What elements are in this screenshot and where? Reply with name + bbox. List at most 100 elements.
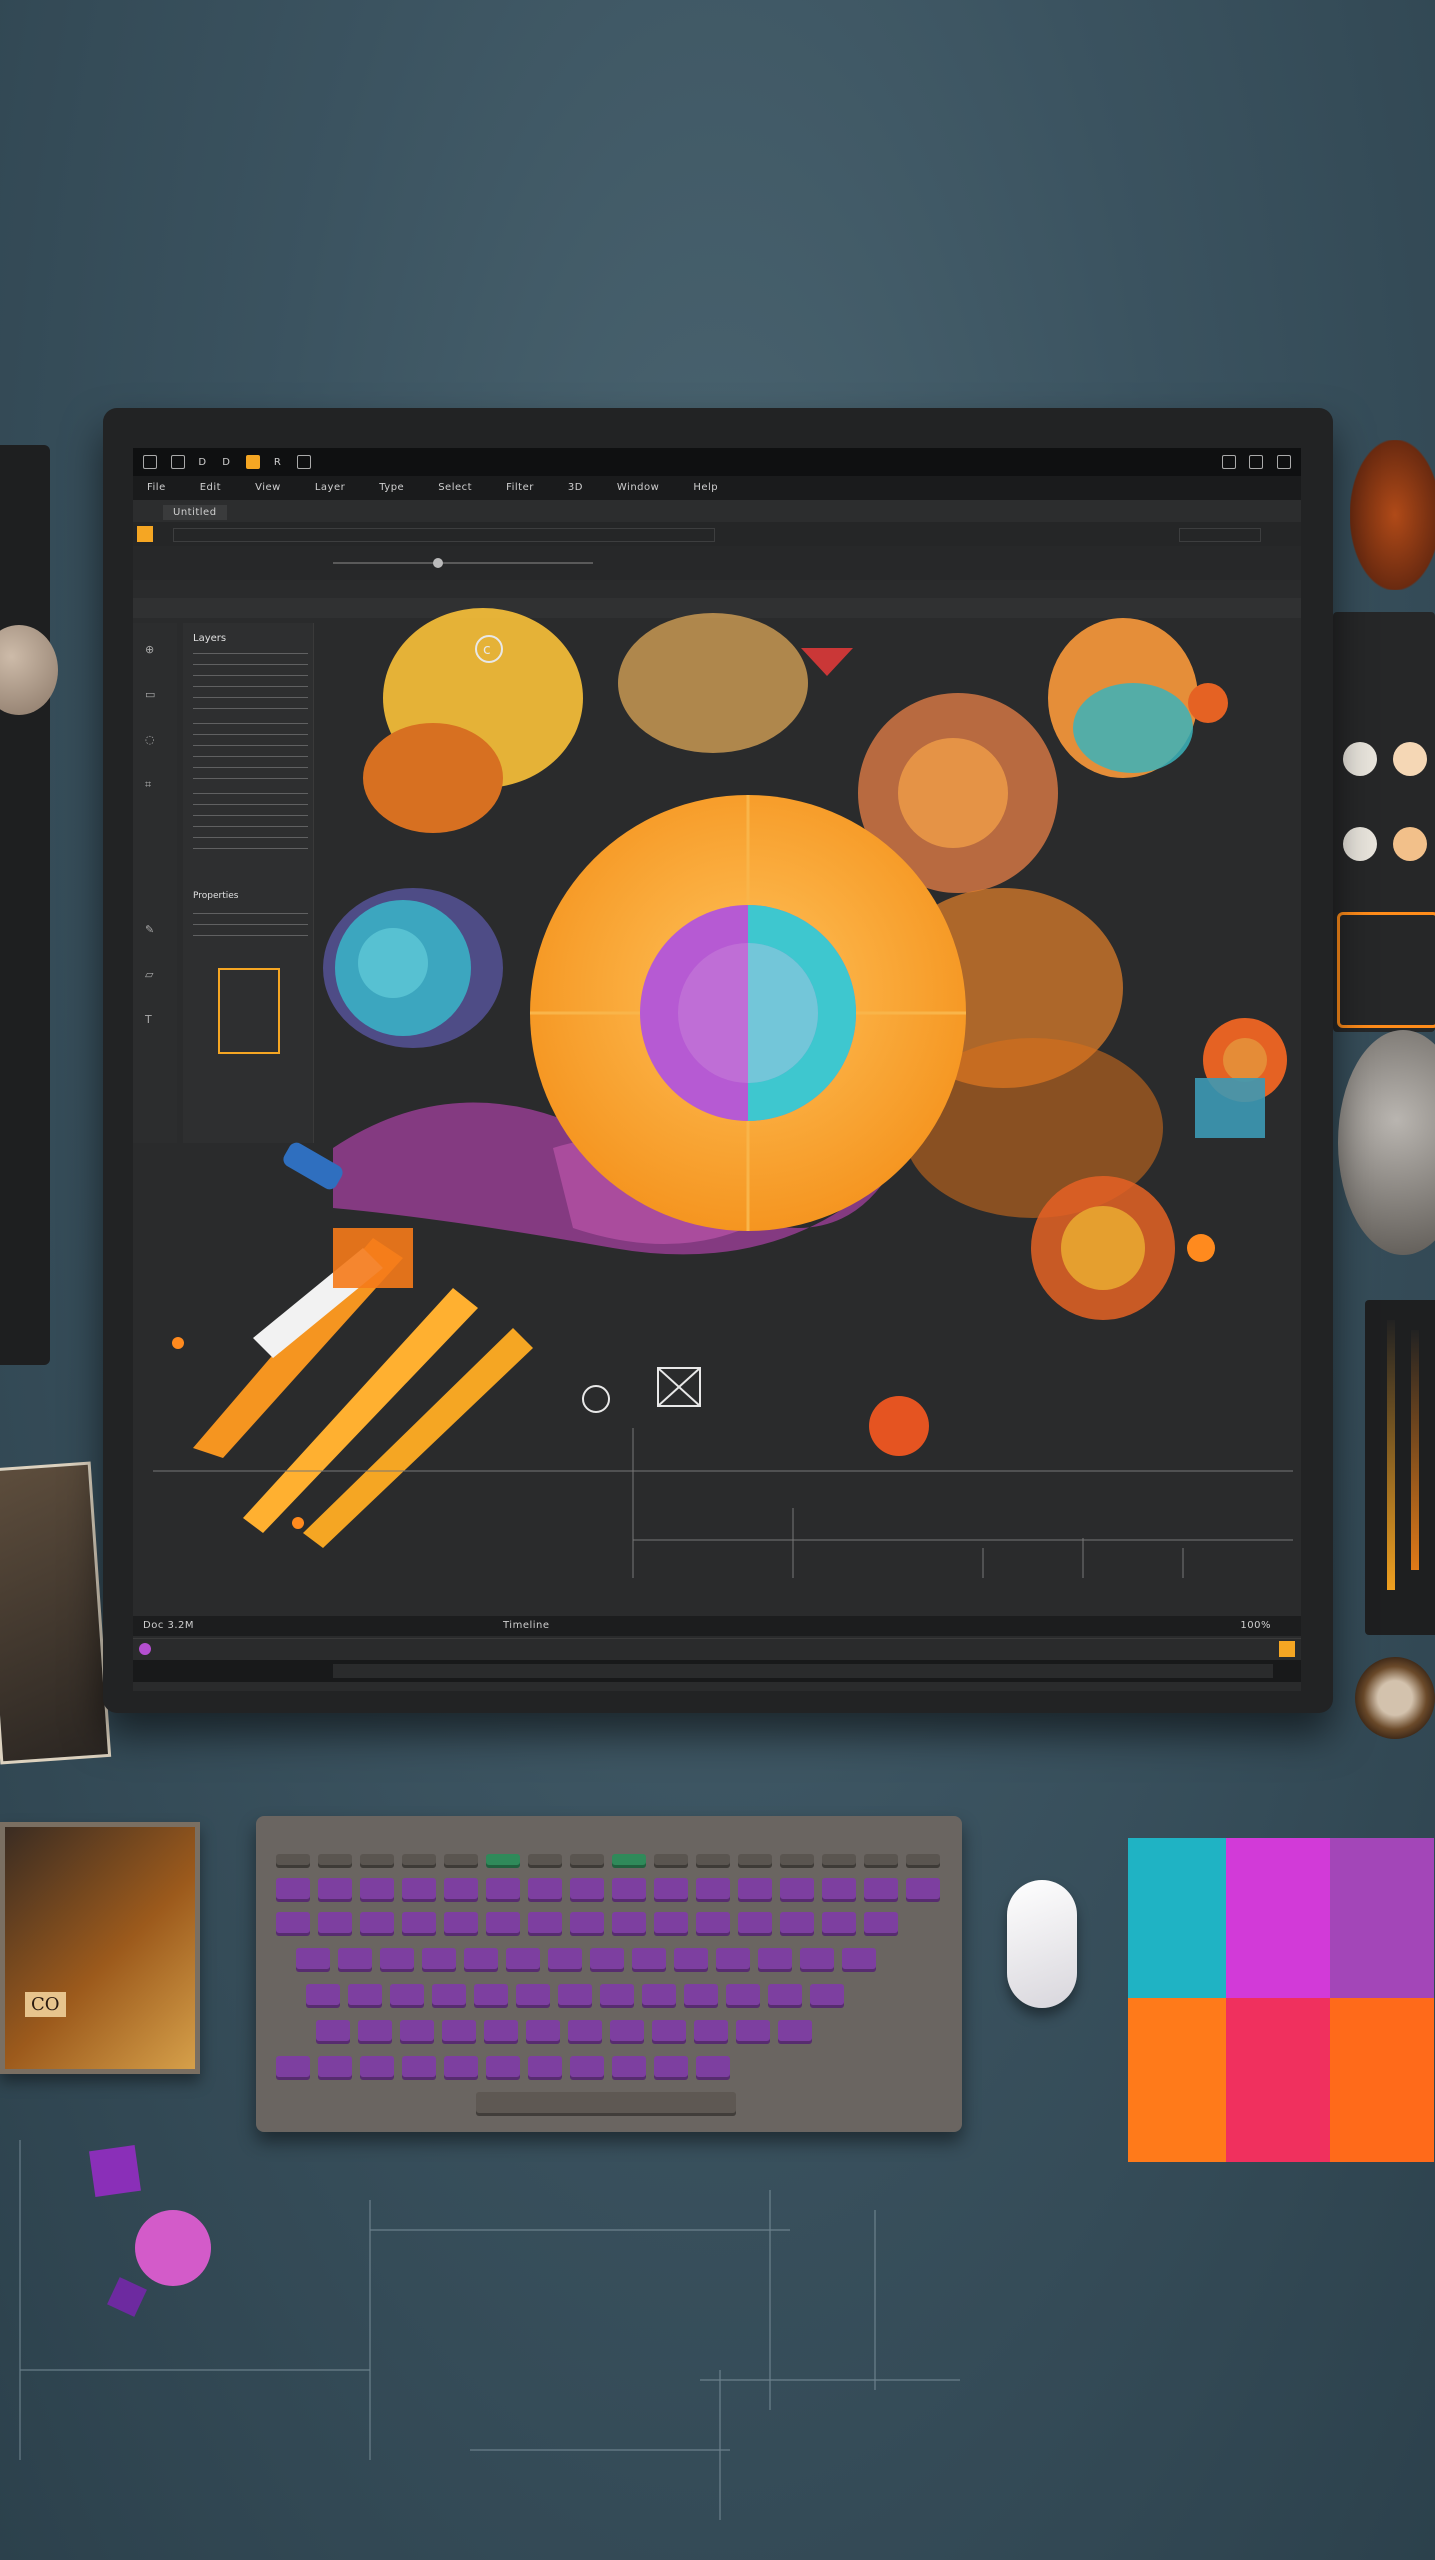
keyboard-key[interactable] (570, 1912, 604, 1936)
timecode-display[interactable] (893, 1664, 1273, 1678)
keyboard-key[interactable] (318, 1854, 352, 1868)
keyboard-key[interactable] (318, 2056, 352, 2080)
keyboard-key[interactable] (610, 2020, 644, 2044)
keyboard-key[interactable] (654, 1912, 688, 1936)
keyboard-key[interactable] (568, 2020, 602, 2044)
keyboard-key[interactable] (360, 1912, 394, 1936)
keyboard-key[interactable] (738, 1854, 772, 1868)
keyboard-key[interactable] (726, 1984, 760, 2008)
transport-controls[interactable] (333, 1664, 893, 1678)
keyboard-key[interactable] (570, 1854, 604, 1868)
keyboard-key[interactable] (780, 1854, 814, 1868)
keyboard-key[interactable] (444, 1854, 478, 1868)
keyboard-key[interactable] (516, 1984, 550, 2008)
keyboard-key[interactable] (738, 1912, 772, 1936)
keyboard-key[interactable] (548, 1948, 582, 1972)
keyboard-key[interactable] (590, 1948, 624, 1972)
keyboard-key[interactable] (318, 1912, 352, 1936)
keyboard-key[interactable] (822, 1854, 856, 1868)
keyboard-key[interactable] (360, 1854, 394, 1868)
keyboard-key[interactable] (612, 1878, 646, 1902)
keyboard-key[interactable] (736, 2020, 770, 2044)
keyboard-key[interactable] (276, 1854, 310, 1868)
keyboard-key[interactable] (380, 1948, 414, 1972)
keyboard-key[interactable] (600, 1984, 634, 2008)
keyboard-key[interactable] (402, 2056, 436, 2080)
keyboard-key[interactable] (486, 1912, 520, 1936)
keyboard-key[interactable] (822, 1878, 856, 1902)
keyboard-key[interactable] (528, 1854, 562, 1868)
keyboard-key[interactable] (390, 1984, 424, 2008)
keyboard-key[interactable] (442, 2020, 476, 2044)
keyboard-key[interactable] (526, 2020, 560, 2044)
keyboard-key[interactable] (612, 1912, 646, 1936)
keyboard-key[interactable] (432, 1984, 466, 2008)
keyboard-key[interactable] (316, 2020, 350, 2044)
keyboard-key[interactable] (360, 1878, 394, 1902)
keyboard-key[interactable] (570, 1878, 604, 1902)
keyboard-key[interactable] (444, 1878, 478, 1902)
keyboard-key[interactable] (674, 1948, 708, 1972)
keyboard-key[interactable] (684, 1984, 718, 2008)
keyboard-key[interactable] (652, 2020, 686, 2044)
keyboard-key[interactable] (778, 2020, 812, 2044)
keyboard-key[interactable] (842, 1948, 876, 1972)
keyboard-key[interactable] (528, 1912, 562, 1936)
keyboard-key[interactable] (780, 1912, 814, 1936)
keyboard-key[interactable] (716, 1948, 750, 1972)
keyboard-key[interactable] (306, 1984, 340, 2008)
keyboard-key[interactable] (358, 2020, 392, 2044)
keyboard-key[interactable] (444, 1912, 478, 1936)
keyboard-key[interactable] (486, 2056, 520, 2080)
keyboard-key[interactable] (696, 2056, 730, 2080)
keyboard-key[interactable] (296, 1948, 330, 1972)
keyboard-key[interactable] (486, 1854, 520, 1868)
keyboard-key[interactable] (402, 1854, 436, 1868)
keyboard-key[interactable] (276, 2056, 310, 2080)
keyboard-key[interactable] (348, 1984, 382, 2008)
keyboard-key[interactable] (506, 1948, 540, 1972)
keyboard-key[interactable] (338, 1948, 372, 1972)
keyboard-key[interactable] (632, 1948, 666, 1972)
keyboard-key[interactable] (654, 1878, 688, 1902)
keyboard-key[interactable] (570, 2056, 604, 2080)
keyboard-key[interactable] (768, 1984, 802, 2008)
space-bar[interactable] (476, 2092, 736, 2116)
keyboard-key[interactable] (822, 1912, 856, 1936)
mouse[interactable] (1007, 1880, 1077, 2008)
keyboard-key[interactable] (642, 1984, 676, 2008)
keyboard-key[interactable] (612, 2056, 646, 2080)
keyboard-key[interactable] (780, 1878, 814, 1902)
keyboard-key[interactable] (654, 2056, 688, 2080)
keyboard[interactable] (256, 1816, 962, 2132)
keyboard-key[interactable] (696, 1878, 730, 1902)
keyboard-key[interactable] (654, 1854, 688, 1868)
keyboard-key[interactable] (906, 1854, 940, 1868)
keyboard-key[interactable] (864, 1854, 898, 1868)
keyboard-key[interactable] (422, 1948, 456, 1972)
artwork-canvas[interactable]: c (133, 448, 1301, 1691)
keyboard-key[interactable] (738, 1878, 772, 1902)
keyboard-key[interactable] (484, 2020, 518, 2044)
keyboard-key[interactable] (864, 1878, 898, 1902)
keyboard-key[interactable] (402, 1878, 436, 1902)
keyboard-key[interactable] (758, 1948, 792, 1972)
keyboard-key[interactable] (400, 2020, 434, 2044)
keyboard-key[interactable] (528, 1878, 562, 1902)
end-marker-icon[interactable] (1279, 1641, 1295, 1657)
keyboard-key[interactable] (800, 1948, 834, 1972)
keyboard-key[interactable] (464, 1948, 498, 1972)
keyboard-key[interactable] (694, 2020, 728, 2044)
keyboard-key[interactable] (360, 2056, 394, 2080)
keyboard-key[interactable] (810, 1984, 844, 2008)
keyboard-key[interactable] (696, 1854, 730, 1868)
keyboard-key[interactable] (906, 1878, 940, 1902)
keyboard-key[interactable] (486, 1878, 520, 1902)
keyboard-key[interactable] (402, 1912, 436, 1936)
keyboard-key[interactable] (696, 1912, 730, 1936)
keyboard-key[interactable] (612, 1854, 646, 1868)
keyboard-key[interactable] (276, 1912, 310, 1936)
keyboard-key[interactable] (558, 1984, 592, 2008)
record-icon[interactable] (139, 1643, 151, 1655)
keyboard-key[interactable] (444, 2056, 478, 2080)
